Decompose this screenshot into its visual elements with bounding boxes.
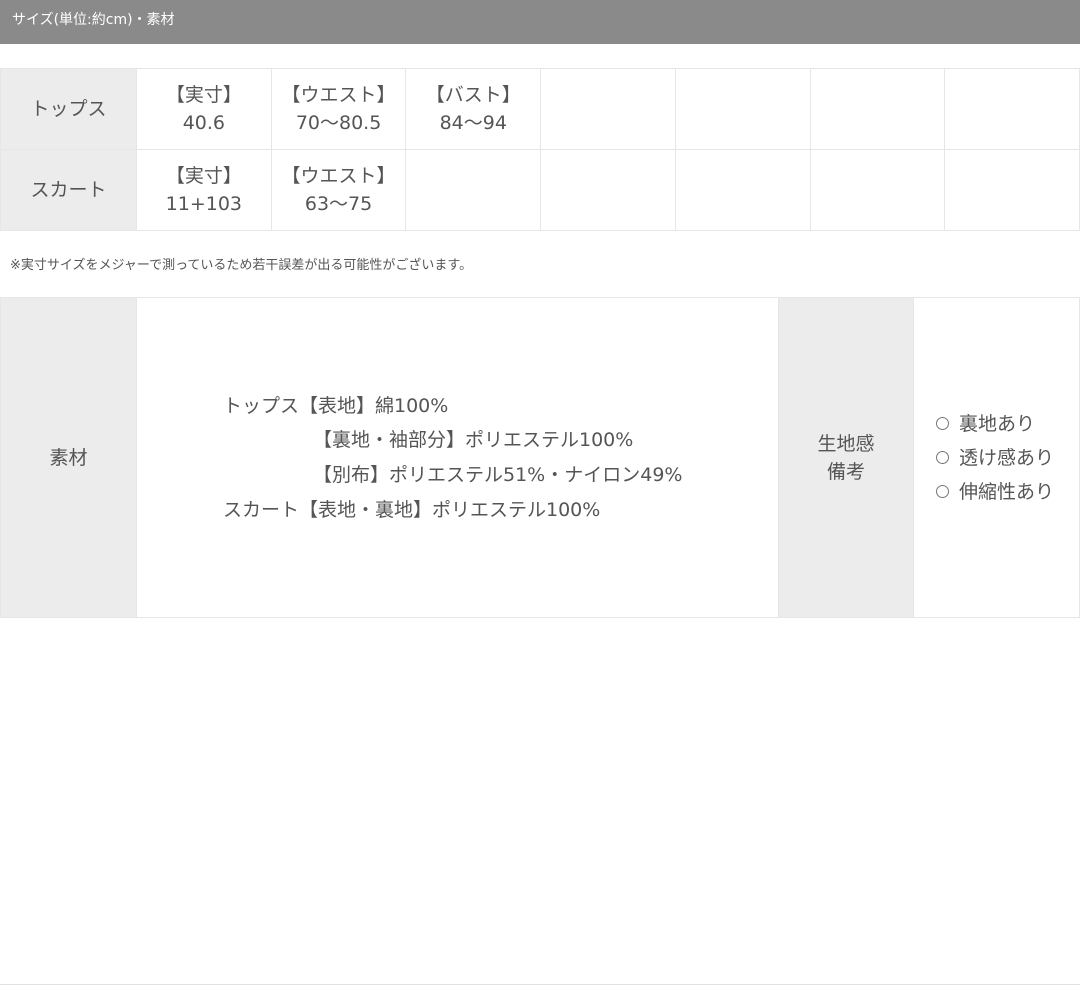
size-cell: 【バスト】 84〜94 <box>405 68 542 150</box>
row-label-tops: トップス <box>0 68 137 150</box>
table-row: トップス 【実寸】 40.6 【ウエスト】 70〜80.5 【バスト】 84〜9… <box>0 68 1080 150</box>
size-cell: 【実寸】 11+103 <box>136 149 272 231</box>
material-label: 素材 <box>0 297 137 618</box>
cell-value: 63〜75 <box>304 193 373 215</box>
list-item: 裏地あり <box>936 407 1079 441</box>
material-line: スカート【表地・裏地】ポリエステル100% <box>223 499 601 521</box>
cell-value: 84〜94 <box>439 112 507 134</box>
cell-header: 【実寸】 <box>165 165 242 187</box>
size-cell: 【ウエスト】 63〜75 <box>270 149 407 231</box>
feel-item-label: 伸縮性あり <box>959 480 1055 503</box>
circle-icon <box>936 485 949 498</box>
empty-cell <box>809 68 946 150</box>
size-cell: 【実寸】 40.6 <box>136 68 272 150</box>
circle-icon <box>936 417 949 430</box>
empty-cell <box>809 149 946 231</box>
section-header: サイズ(単位:約cm)・素材 <box>0 0 1080 44</box>
empty-cell <box>944 149 1080 231</box>
circle-icon <box>936 451 949 464</box>
fabric-feel-list: 裏地あり 透け感あり 伸縮性あり <box>914 407 1079 509</box>
empty-cell <box>540 68 676 150</box>
feel-item-label: 透け感あり <box>959 446 1055 469</box>
material-line: 【別布】ポリエステル51%・ナイロン49% <box>313 464 683 486</box>
empty-cell <box>540 149 676 231</box>
divider <box>0 984 1080 985</box>
material-table: 素材 トップス【表地】綿100% 【裏地・袖部分】ポリエステル100% 【別布】… <box>0 297 1080 618</box>
empty-cell <box>674 68 811 150</box>
empty-cell <box>405 149 542 231</box>
table-row: 素材 トップス【表地】綿100% 【裏地・袖部分】ポリエステル100% 【別布】… <box>0 297 1080 618</box>
material-line: 【裏地・袖部分】ポリエステル100% <box>313 429 634 451</box>
list-item: 透け感あり <box>936 441 1079 475</box>
fabric-feel-cell: 裏地あり 透け感あり 伸縮性あり <box>913 297 1080 618</box>
fabric-feel-label-line: 生地感 <box>817 432 875 455</box>
empty-cell <box>944 68 1080 150</box>
table-row: スカート 【実寸】 11+103 【ウエスト】 63〜75 <box>0 149 1080 231</box>
material-line: トップス【表地】綿100% <box>223 395 449 417</box>
size-table: トップス 【実寸】 40.6 【ウエスト】 70〜80.5 【バスト】 84〜9… <box>0 68 1080 231</box>
cell-header: 【ウエスト】 <box>281 165 396 187</box>
fabric-feel-label: 生地感 備考 <box>778 297 914 618</box>
cell-header: 【実寸】 <box>165 84 242 106</box>
material-content: トップス【表地】綿100% 【裏地・袖部分】ポリエステル100% 【別布】ポリエ… <box>137 298 778 617</box>
remarks-label-line: 備考 <box>826 460 865 483</box>
cell-value: 11+103 <box>165 193 243 215</box>
row-label-skirt: スカート <box>0 149 137 231</box>
cell-header: 【バスト】 <box>425 84 521 106</box>
cell-value: 40.6 <box>182 112 225 134</box>
list-item: 伸縮性あり <box>936 475 1079 509</box>
section-title: サイズ(単位:約cm)・素材 <box>12 12 175 28</box>
material-content-cell: トップス【表地】綿100% 【裏地・袖部分】ポリエステル100% 【別布】ポリエ… <box>136 297 779 618</box>
empty-cell <box>674 149 811 231</box>
measurement-note: ※実寸サイズをメジャーで測っているため若干誤差が出る可能性がございます。 <box>10 258 473 273</box>
size-cell: 【ウエスト】 70〜80.5 <box>270 68 407 150</box>
cell-header: 【ウエスト】 <box>281 84 396 106</box>
cell-value: 70〜80.5 <box>295 112 382 134</box>
feel-item-label: 裏地あり <box>959 412 1036 435</box>
